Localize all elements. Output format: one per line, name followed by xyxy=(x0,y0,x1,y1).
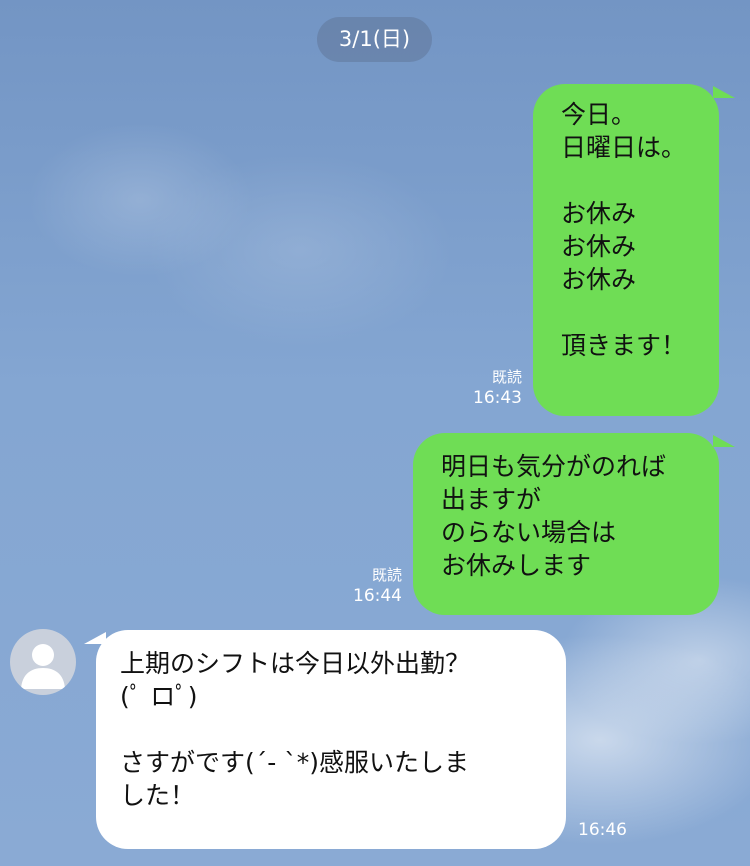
outgoing-message-bubble[interactable]: 明日も気分がのれば 出ますが のらない場合は お休みします xyxy=(413,433,719,615)
message-time: 16:44 xyxy=(353,586,402,606)
message-meta: 既読 16:43 xyxy=(473,367,522,409)
bubble-tail xyxy=(713,435,735,447)
outgoing-message-bubble[interactable]: 今日。 日曜日は。 お休み お休み お休み 頂きます！ xyxy=(533,84,719,416)
date-separator: 3/1(日) xyxy=(317,17,432,62)
bubble-tail xyxy=(713,86,735,98)
read-receipt: 既読 xyxy=(491,368,522,386)
incoming-message-bubble[interactable]: 上期のシフトは今日以外出勤？ (ﾟ ロﾟ) さすがです(´- `*)感服いたしま… xyxy=(96,630,566,849)
message-time: 16:46 xyxy=(578,820,627,840)
user-silhouette-icon xyxy=(21,644,65,689)
message-time: 16:43 xyxy=(473,388,522,408)
sender-avatar[interactable] xyxy=(10,629,76,695)
message-meta: 既読 16:44 xyxy=(353,565,402,607)
read-receipt: 既読 xyxy=(371,566,402,584)
